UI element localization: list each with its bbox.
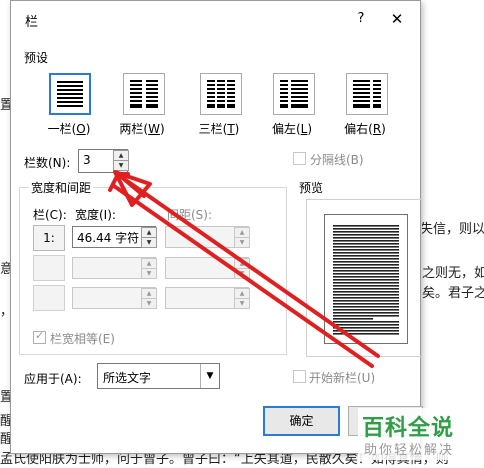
annotation-arrow-icon [108, 170, 380, 368]
watermark-subtitle: 助你轻松解决 [364, 443, 455, 458]
watermark: 百科全说 助你轻松解决 [358, 408, 484, 460]
watermark-title: 百科全说 [362, 416, 455, 441]
